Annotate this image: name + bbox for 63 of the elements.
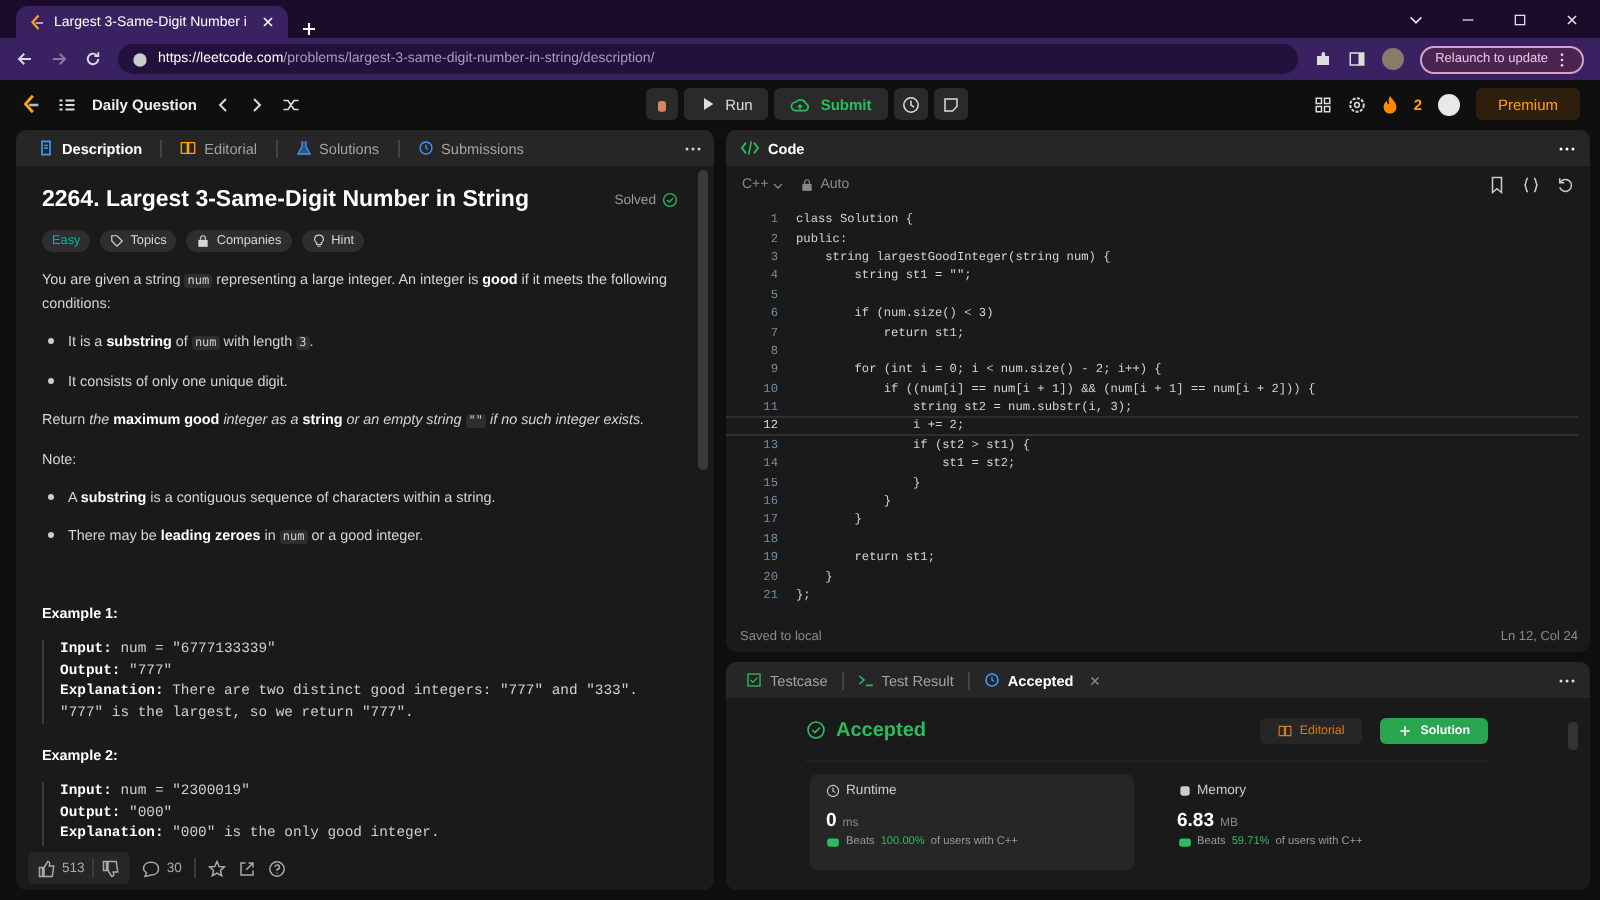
extensions-icon[interactable]: [1313, 50, 1332, 68]
flame-icon[interactable]: [1381, 94, 1398, 114]
help-icon[interactable]: [267, 859, 286, 877]
bullet-icon: [48, 338, 54, 344]
debug-button[interactable]: [645, 88, 678, 120]
chevron-down-icon: [772, 179, 785, 191]
lock-icon: [800, 178, 815, 192]
bookmark-icon[interactable]: [1488, 176, 1506, 194]
metric-value: 6.83: [1177, 810, 1214, 832]
new-tab-icon[interactable]: [300, 20, 318, 38]
notes-button[interactable]: [933, 88, 968, 120]
plus-icon: [1398, 723, 1413, 737]
result-status: Accepted: [836, 719, 927, 741]
previous-icon[interactable]: [213, 95, 232, 113]
braces-icon[interactable]: [1522, 176, 1540, 194]
comment-icon: [142, 859, 161, 877]
shuffle-icon[interactable]: [281, 95, 300, 113]
bullet-icon: [48, 378, 54, 384]
clock-icon: [826, 784, 840, 798]
play-icon: [699, 96, 716, 112]
profile-avatar[interactable]: [1438, 93, 1460, 115]
lightbulb-icon: [311, 234, 326, 248]
scrollbar-thumb[interactable]: [698, 170, 708, 470]
flask-icon: [295, 140, 312, 156]
document-icon: [38, 140, 54, 156]
back-arrow-icon[interactable]: [16, 50, 34, 68]
tag-icon: [110, 234, 125, 248]
metric-value: 0: [826, 810, 837, 832]
book-icon: [180, 140, 197, 156]
more-icon: [1556, 51, 1568, 67]
bullet-icon: [48, 494, 54, 500]
settings-icon[interactable]: [1347, 95, 1366, 113]
share-icon[interactable]: [237, 859, 256, 877]
beats-badge-icon: [1177, 836, 1191, 848]
scrollbar-thumb[interactable]: [1568, 722, 1578, 750]
note-icon: [941, 95, 960, 113]
book-icon: [1277, 723, 1292, 737]
problem-title: 2264. Largest 3-Same-Digit Number in String: [42, 188, 529, 212]
thumbs-up-icon: [38, 859, 56, 877]
history-icon: [417, 140, 434, 156]
maximize-icon[interactable]: [1512, 11, 1528, 27]
beats-badge-icon: [826, 836, 840, 848]
reload-icon[interactable]: [84, 50, 102, 68]
thumbs-down-icon[interactable]: [102, 859, 121, 877]
chevron-down-icon[interactable]: [1408, 11, 1424, 27]
timer-button[interactable]: [893, 88, 928, 120]
check-circle-icon: [806, 720, 826, 740]
terminal-icon: [857, 672, 874, 688]
bullet-icon: [48, 532, 54, 538]
cloud-upload-icon: [790, 95, 811, 113]
layout-grid-icon[interactable]: [1313, 95, 1332, 113]
alarm-clock-icon: [901, 95, 920, 113]
lock-icon: [196, 234, 211, 248]
history-icon: [983, 672, 1000, 688]
next-icon[interactable]: [247, 95, 266, 113]
list-icon[interactable]: [58, 95, 76, 113]
check-circle-icon: [662, 192, 678, 208]
code-brackets-icon: [740, 140, 760, 156]
side-panel-icon[interactable]: [1347, 50, 1366, 68]
forward-arrow-icon[interactable]: [50, 50, 68, 68]
reset-icon[interactable]: [1556, 176, 1574, 194]
checkbox-icon: [746, 672, 762, 688]
star-icon[interactable]: [207, 859, 226, 877]
